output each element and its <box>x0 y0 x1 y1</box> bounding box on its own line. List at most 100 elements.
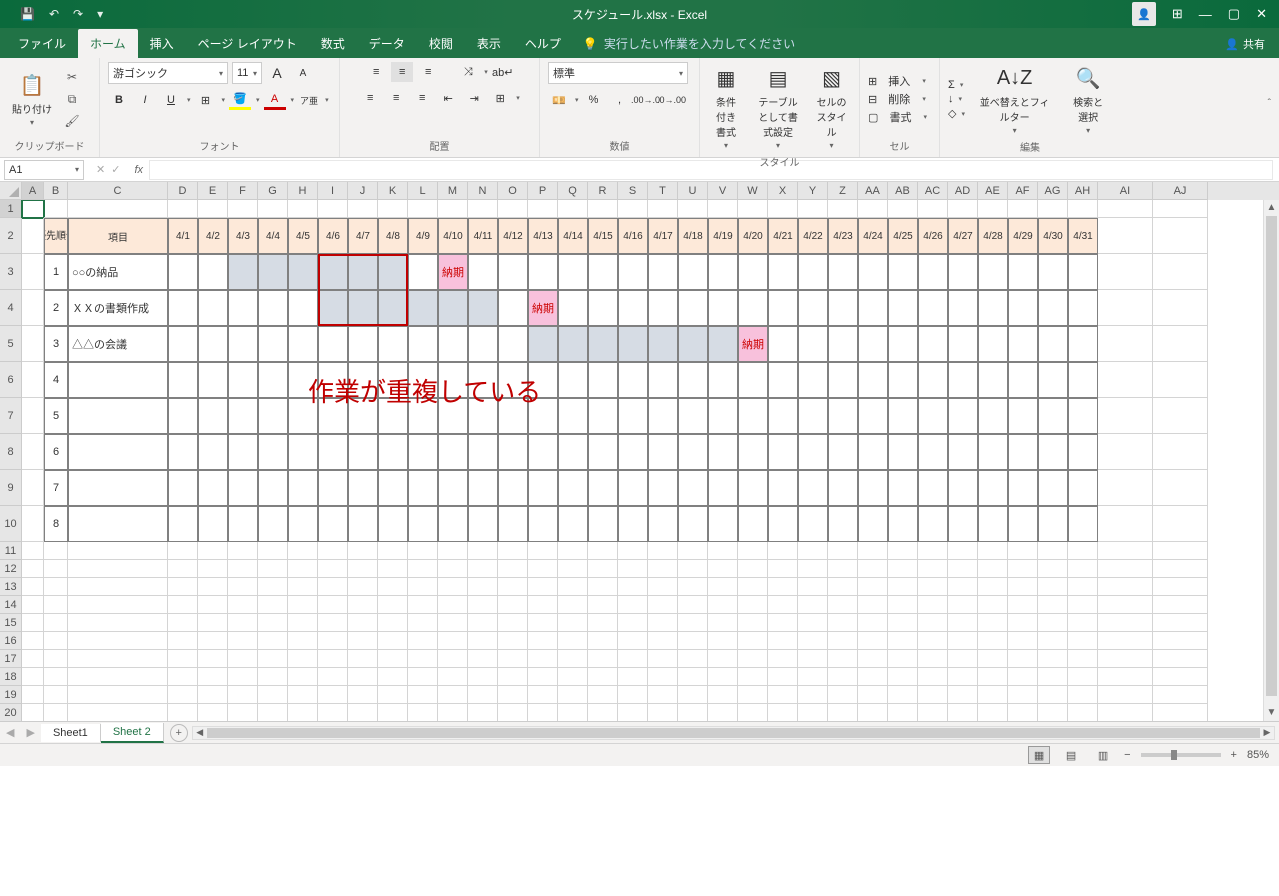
cell[interactable] <box>798 470 828 506</box>
cell[interactable] <box>468 506 498 542</box>
cell[interactable] <box>768 470 798 506</box>
cell[interactable] <box>558 470 588 506</box>
cell[interactable] <box>1098 290 1153 326</box>
cell[interactable] <box>798 362 828 398</box>
cell[interactable] <box>468 470 498 506</box>
cell[interactable] <box>948 254 978 290</box>
cell[interactable] <box>558 362 588 398</box>
cell[interactable] <box>258 650 288 668</box>
cell[interactable] <box>22 596 44 614</box>
cell[interactable] <box>828 704 858 722</box>
cell[interactable] <box>888 200 918 218</box>
cell[interactable]: 4/6 <box>318 218 348 254</box>
cell[interactable] <box>22 704 44 722</box>
cell[interactable] <box>198 434 228 470</box>
cell[interactable] <box>918 470 948 506</box>
cell[interactable] <box>318 542 348 560</box>
cell[interactable] <box>1098 326 1153 362</box>
cell[interactable]: 4/10 <box>438 218 468 254</box>
cell[interactable] <box>318 200 348 218</box>
cell[interactable] <box>1098 578 1153 596</box>
share-button[interactable]: 👤 共有 <box>1211 30 1279 58</box>
cell[interactable] <box>438 578 468 596</box>
cell-styles-button[interactable]: ▧セルのスタイル▾ <box>812 62 851 152</box>
cell[interactable] <box>978 326 1008 362</box>
align-center-icon[interactable]: ≡ <box>385 88 407 108</box>
cell[interactable] <box>948 668 978 686</box>
cell[interactable] <box>1153 542 1208 560</box>
cell[interactable] <box>648 290 678 326</box>
cell[interactable] <box>708 398 738 434</box>
cell[interactable]: 4/19 <box>708 218 738 254</box>
cell[interactable] <box>378 542 408 560</box>
cell[interactable] <box>498 398 528 434</box>
cell[interactable] <box>408 668 438 686</box>
cell[interactable] <box>1098 542 1153 560</box>
cell[interactable] <box>1038 470 1068 506</box>
cell[interactable]: 4/4 <box>258 218 288 254</box>
cell[interactable] <box>768 650 798 668</box>
cell[interactable] <box>468 560 498 578</box>
cell[interactable] <box>918 200 948 218</box>
cell[interactable] <box>768 578 798 596</box>
cell[interactable] <box>318 632 348 650</box>
cell[interactable] <box>888 434 918 470</box>
cell[interactable] <box>288 470 318 506</box>
cell[interactable] <box>438 668 468 686</box>
cell[interactable] <box>828 326 858 362</box>
cell[interactable] <box>438 614 468 632</box>
cell[interactable] <box>498 470 528 506</box>
cell[interactable]: 4/12 <box>498 218 528 254</box>
cell[interactable] <box>648 632 678 650</box>
col-header-S[interactable]: S <box>618 182 648 200</box>
cell[interactable]: 4/3 <box>228 218 258 254</box>
percent-format-icon[interactable]: % <box>583 90 605 110</box>
cell[interactable] <box>648 704 678 722</box>
redo-icon[interactable]: ↷ <box>73 7 83 21</box>
cell[interactable] <box>888 362 918 398</box>
decrease-indent-icon[interactable]: ⇤ <box>437 88 459 108</box>
underline-button[interactable]: U <box>160 90 182 110</box>
cell[interactable] <box>378 362 408 398</box>
cell[interactable] <box>588 578 618 596</box>
cell[interactable] <box>44 200 68 218</box>
cell[interactable] <box>858 578 888 596</box>
cell[interactable] <box>68 632 168 650</box>
cell[interactable] <box>288 704 318 722</box>
cell[interactable] <box>198 560 228 578</box>
tab-review[interactable]: 校閲 <box>417 29 465 58</box>
cell[interactable] <box>498 596 528 614</box>
cell[interactable] <box>678 560 708 578</box>
normal-view-icon[interactable]: ▦ <box>1028 746 1050 764</box>
cell[interactable] <box>168 398 198 434</box>
cell[interactable] <box>1008 434 1038 470</box>
col-header-C[interactable]: C <box>68 182 168 200</box>
cell[interactable] <box>288 560 318 578</box>
cell[interactable] <box>978 578 1008 596</box>
cell[interactable] <box>68 704 168 722</box>
align-right-icon[interactable]: ≡ <box>411 88 433 108</box>
tell-me-search[interactable]: 💡 実行したい作業を入力してください <box>573 29 805 58</box>
clear-button[interactable]: ◇▾ <box>948 107 965 120</box>
cell[interactable] <box>318 686 348 704</box>
col-header-AC[interactable]: AC <box>918 182 948 200</box>
cell[interactable] <box>948 434 978 470</box>
cell[interactable] <box>318 650 348 668</box>
cell[interactable] <box>798 542 828 560</box>
cell[interactable] <box>528 470 558 506</box>
cell[interactable] <box>828 650 858 668</box>
cell[interactable]: 7 <box>44 470 68 506</box>
cell[interactable] <box>918 506 948 542</box>
cell[interactable] <box>798 686 828 704</box>
cell[interactable] <box>678 470 708 506</box>
cell[interactable] <box>708 596 738 614</box>
cell[interactable] <box>348 632 378 650</box>
cell[interactable]: 項目 <box>68 218 168 254</box>
find-select-button[interactable]: 🔍検索と選択▾ <box>1064 62 1112 137</box>
cell[interactable] <box>678 200 708 218</box>
col-header-AB[interactable]: AB <box>888 182 918 200</box>
cell[interactable] <box>1038 632 1068 650</box>
cell[interactable] <box>1008 686 1038 704</box>
name-box[interactable]: A1▾ <box>4 160 84 180</box>
cell[interactable] <box>618 650 648 668</box>
